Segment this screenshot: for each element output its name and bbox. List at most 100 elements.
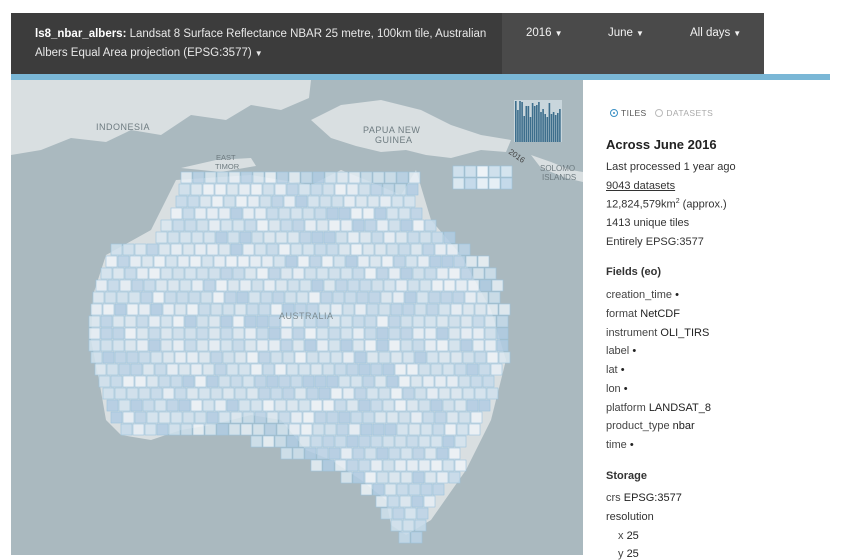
tile[interactable] [388,339,401,352]
tile[interactable] [484,315,497,328]
tile[interactable] [268,267,281,280]
histogram-bar[interactable] [550,114,553,142]
tile[interactable] [206,243,219,256]
tile[interactable] [426,303,439,316]
tile[interactable] [476,177,489,190]
tile[interactable] [256,339,269,352]
tile[interactable] [264,423,277,436]
tile[interactable] [430,459,443,472]
tile[interactable] [394,399,407,412]
tile[interactable] [383,279,396,292]
tile[interactable] [442,399,455,412]
tile[interactable] [114,303,127,316]
tile[interactable] [314,411,327,424]
tile[interactable] [184,267,197,280]
tile[interactable] [412,327,425,340]
histogram-bar[interactable] [540,112,542,142]
tile[interactable] [292,267,305,280]
tile[interactable] [338,207,351,220]
tile[interactable] [414,519,427,532]
tile[interactable] [472,315,485,328]
tile[interactable] [446,411,459,424]
tiles-option[interactable]: TILES [610,108,647,118]
tile[interactable] [442,459,455,472]
tile[interactable] [180,423,193,436]
histogram-bar[interactable] [525,106,528,142]
tile[interactable] [496,339,509,352]
tile[interactable] [324,423,337,436]
tile[interactable] [298,435,311,448]
tile[interactable] [184,339,197,352]
tile[interactable] [142,399,155,412]
tile[interactable] [424,327,437,340]
tile[interactable] [198,303,211,316]
tile[interactable] [400,267,413,280]
tile[interactable] [280,339,293,352]
tile[interactable] [320,291,333,304]
tile[interactable] [364,447,377,460]
tile[interactable] [100,339,113,352]
tile[interactable] [242,375,255,388]
tile[interactable] [196,219,209,232]
tile[interactable] [416,291,429,304]
tile[interactable] [362,411,375,424]
tile[interactable] [388,471,401,484]
tile[interactable] [380,291,393,304]
tile[interactable] [223,195,236,208]
tile[interactable] [376,315,389,328]
tile[interactable] [274,399,287,412]
tile[interactable] [442,363,455,376]
tile[interactable] [486,351,499,364]
tile[interactable] [412,447,425,460]
tile[interactable] [188,291,201,304]
tile[interactable] [412,339,425,352]
tile[interactable] [364,471,377,484]
tile[interactable] [464,291,477,304]
tile[interactable] [227,279,240,292]
tile[interactable] [230,375,243,388]
tile[interactable] [388,447,401,460]
tile[interactable] [338,411,351,424]
tile[interactable] [419,231,432,244]
tile[interactable] [347,231,360,244]
tile[interactable] [338,243,351,256]
tile[interactable] [390,351,403,364]
tile[interactable] [369,255,382,268]
tile[interactable] [288,171,301,184]
tile[interactable] [304,339,317,352]
tile[interactable] [110,375,123,388]
tile[interactable] [258,303,271,316]
tile[interactable] [120,423,133,436]
tile[interactable] [280,447,293,460]
tile[interactable] [122,411,135,424]
tile[interactable] [208,327,221,340]
tile[interactable] [244,327,257,340]
tile[interactable] [254,375,267,388]
tile[interactable] [374,375,387,388]
tile[interactable] [230,207,243,220]
tile[interactable] [88,339,101,352]
tile[interactable] [246,351,259,364]
tile[interactable] [95,279,108,292]
tile[interactable] [194,243,207,256]
tile[interactable] [244,219,257,232]
tile[interactable] [376,267,389,280]
tile[interactable] [220,327,233,340]
tile[interactable] [160,315,173,328]
tile[interactable] [456,423,469,436]
tile[interactable] [402,387,415,400]
day-dropdown[interactable]: All days ▼ [690,27,741,39]
tile[interactable] [178,363,191,376]
tile[interactable] [330,387,343,400]
tile[interactable] [177,255,190,268]
tile[interactable] [100,327,113,340]
tile[interactable] [310,399,323,412]
tile[interactable] [352,339,365,352]
tile[interactable] [170,375,183,388]
tile[interactable] [218,207,231,220]
tile[interactable] [268,327,281,340]
tile[interactable] [400,327,413,340]
tile[interactable] [166,363,179,376]
tile[interactable] [436,339,449,352]
tile[interactable] [424,219,437,232]
